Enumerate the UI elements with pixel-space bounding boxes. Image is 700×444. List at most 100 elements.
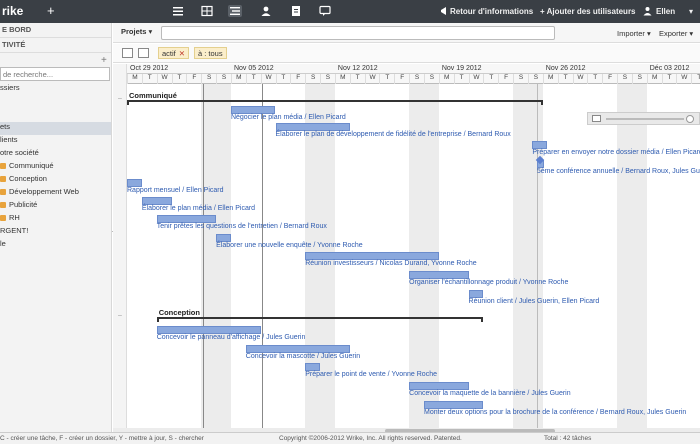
sidebar-item[interactable]: RH bbox=[0, 213, 111, 226]
task-label[interactable]: Négocier le plan média / Ellen Picard bbox=[231, 114, 346, 121]
sidebar-item[interactable]: Développement Web bbox=[0, 187, 111, 200]
group-span-bar[interactable] bbox=[127, 100, 543, 105]
day-label: F bbox=[498, 74, 513, 84]
zoom-track[interactable] bbox=[606, 118, 684, 120]
folder-search-input[interactable]: de recherche... bbox=[0, 67, 110, 81]
day-label: T bbox=[691, 74, 700, 84]
export-dropdown[interactable]: Exporter ▾ bbox=[659, 29, 693, 38]
sidebar-item[interactable] bbox=[0, 96, 111, 109]
collapse-marker[interactable]: – bbox=[118, 95, 122, 102]
sidebar-item[interactable]: ssiers bbox=[0, 83, 111, 96]
folder-icon bbox=[0, 215, 6, 221]
filter-bar: actif ✕ à : tous bbox=[113, 44, 700, 63]
group-header[interactable]: Communiqué bbox=[129, 91, 177, 100]
user-menu[interactable]: Ellen bbox=[656, 7, 675, 16]
weekend-shade bbox=[513, 84, 543, 434]
task-label[interactable]: 5ème conférence annuelle / Bernard Roux,… bbox=[537, 168, 700, 175]
collapse-marker[interactable]: – bbox=[118, 312, 122, 319]
week-label: Déc 03 2012 bbox=[649, 65, 690, 72]
collapse-all-icon[interactable] bbox=[122, 48, 133, 58]
sidebar-item[interactable]: Communiqué bbox=[0, 161, 111, 174]
group-span-bar[interactable] bbox=[156, 317, 484, 322]
task-label[interactable]: Rapport mensuel / Ellen Picard bbox=[127, 187, 224, 194]
task-label[interactable]: Tenir prêtes les questions de l'entretie… bbox=[157, 223, 327, 230]
menu-icon[interactable] bbox=[171, 5, 185, 17]
close-icon[interactable]: ✕ bbox=[179, 49, 185, 58]
task-bar[interactable] bbox=[156, 326, 261, 334]
task-bar[interactable] bbox=[468, 290, 484, 298]
filter-chip-assignee[interactable]: à : tous bbox=[194, 47, 227, 59]
sidebar-item[interactable]: otre société bbox=[0, 148, 111, 161]
sidebar-item[interactable]: lients bbox=[0, 135, 111, 148]
grid-icon[interactable] bbox=[200, 5, 214, 17]
sidebar-item-label: Publicité bbox=[9, 200, 38, 209]
gantt-chart: – – Oct 29 2012 Nov 05 2012 Nov 12 2012 Nov… bbox=[113, 64, 700, 434]
filter-chip-active[interactable]: actif ✕ bbox=[158, 47, 190, 59]
document-icon[interactable] bbox=[289, 5, 303, 17]
task-label[interactable]: Organiser l'échantillonnage produit / Yv… bbox=[409, 279, 568, 286]
task-bar[interactable] bbox=[532, 141, 548, 149]
task-bar[interactable] bbox=[424, 401, 484, 409]
shortcut-hints: C - créer une tâche, F - créer un dossie… bbox=[0, 435, 204, 442]
person-icon[interactable] bbox=[259, 5, 273, 17]
task-label[interactable]: Concevoir la mascotte / Jules Guerin bbox=[246, 353, 360, 360]
sidebar-item-label: Développement Web bbox=[9, 187, 79, 196]
expand-all-icon[interactable] bbox=[138, 48, 149, 58]
sidebar-item[interactable]: RGENT! bbox=[0, 226, 111, 239]
task-bar[interactable] bbox=[409, 382, 469, 390]
add-users-link[interactable]: + Ajouter des utilisateurs bbox=[540, 7, 636, 16]
task-label[interactable]: Préparer en envoyer notre dossier média … bbox=[532, 149, 700, 156]
sidebar-item-label: lients bbox=[0, 135, 18, 144]
day-label: T bbox=[661, 74, 677, 84]
task-bar[interactable] bbox=[305, 363, 321, 371]
task-bar[interactable] bbox=[141, 197, 172, 205]
task-bar[interactable] bbox=[409, 271, 469, 279]
folder-icon bbox=[0, 189, 6, 195]
import-dropdown[interactable]: Importer ▾ bbox=[617, 29, 651, 38]
folder-icon bbox=[0, 202, 6, 208]
sidebar-item[interactable]: Conception bbox=[0, 174, 111, 187]
task-bar[interactable] bbox=[305, 252, 439, 260]
user-icon bbox=[643, 6, 652, 18]
task-bar[interactable] bbox=[230, 106, 276, 114]
task-bar[interactable] bbox=[156, 215, 217, 223]
projects-dropdown[interactable]: Projets ▾ bbox=[121, 27, 152, 40]
list-icon[interactable] bbox=[228, 5, 242, 17]
sidebar-item[interactable]: ets bbox=[0, 122, 111, 135]
task-bar[interactable] bbox=[216, 234, 231, 242]
day-label: M bbox=[438, 74, 454, 84]
zoom-knob[interactable] bbox=[686, 115, 694, 123]
task-label[interactable]: Élaborer le plan média / Ellen Picard bbox=[142, 205, 255, 212]
task-label[interactable]: Préparer le point de vente / Yvonne Roch… bbox=[305, 371, 437, 378]
task-bar[interactable] bbox=[127, 179, 142, 187]
task-bar[interactable] bbox=[245, 345, 350, 353]
sidebar-activity[interactable]: TIVITÉ bbox=[0, 40, 111, 53]
task-label[interactable]: Monter deux options pour la brochure de … bbox=[424, 409, 686, 416]
zoom-icon bbox=[592, 115, 601, 122]
day-label: T bbox=[245, 74, 261, 84]
sidebar-item[interactable]: Publicité bbox=[0, 200, 111, 213]
week-label: Oct 29 2012 bbox=[130, 65, 169, 72]
day-label: T bbox=[557, 74, 573, 84]
sidebar-item-label: otre société bbox=[0, 148, 39, 157]
task-label[interactable]: Réunion investisseurs / Nicolas Durand, … bbox=[305, 260, 476, 267]
quick-task-input[interactable] bbox=[161, 26, 555, 40]
group-header[interactable]: Conception bbox=[159, 308, 200, 317]
task-label[interactable]: Concevoir la maquette de la bannière / J… bbox=[409, 390, 570, 397]
chevron-down-icon[interactable]: ▾ bbox=[689, 7, 693, 16]
zoom-slider[interactable] bbox=[587, 112, 700, 125]
add-folder-button[interactable]: + bbox=[101, 55, 107, 66]
day-label: M bbox=[646, 74, 662, 84]
feedback-link[interactable]: Retour d'informations bbox=[450, 7, 533, 16]
chat-icon[interactable] bbox=[318, 5, 332, 17]
task-label[interactable]: Élaborer le plan de développement de fid… bbox=[276, 131, 511, 138]
task-bar[interactable] bbox=[275, 123, 350, 131]
task-label[interactable]: Réunion client / Jules Guerin, Ellen Pic… bbox=[469, 298, 600, 305]
sidebar-item[interactable]: le bbox=[0, 239, 111, 252]
task-label[interactable]: Concevoir le panneau d'affichage / Jules… bbox=[157, 334, 306, 341]
sidebar-dashboard[interactable]: E BORD bbox=[0, 25, 111, 38]
day-label: M bbox=[230, 74, 246, 84]
app-logo[interactable]: rike bbox=[2, 4, 23, 18]
new-item-button[interactable]: + bbox=[47, 3, 55, 18]
task-label[interactable]: Élaborer une nouvelle enquête / Yvonne R… bbox=[216, 242, 363, 249]
